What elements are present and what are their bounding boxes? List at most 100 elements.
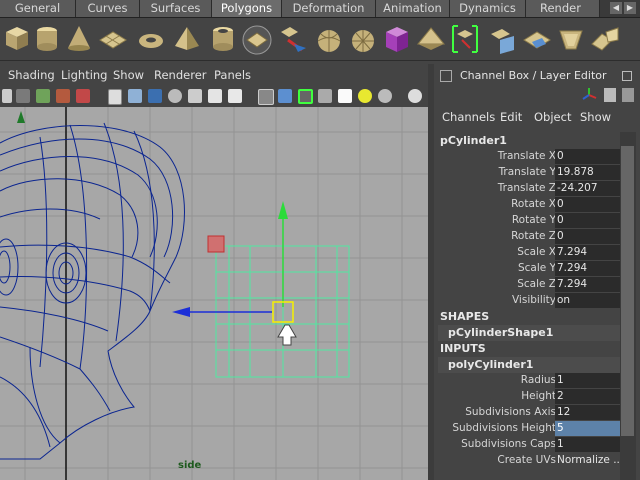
ambient-occlusion-icon[interactable] <box>408 89 422 103</box>
platonic-icon[interactable] <box>348 22 378 56</box>
tab-curves[interactable]: Curves <box>76 0 140 17</box>
tab-dynamics[interactable]: Dynamics <box>450 0 526 17</box>
tab-general[interactable]: General <box>0 0 76 17</box>
float-icon[interactable] <box>622 71 632 81</box>
dock-icon[interactable] <box>440 70 452 82</box>
channel-value[interactable]: 7.294 <box>555 277 623 292</box>
chevron-right-icon[interactable]: ▶ <box>624 2 636 14</box>
safe-action-icon[interactable] <box>208 89 222 103</box>
channel-value[interactable]: 0 <box>555 197 623 212</box>
shadow-icon[interactable] <box>378 89 392 103</box>
channel-value[interactable]: 1 <box>555 437 623 452</box>
plane-icon[interactable] <box>416 22 446 56</box>
channel-box-scrollbar[interactable] <box>620 132 636 480</box>
bookmark-icon[interactable] <box>36 89 50 103</box>
channel-row[interactable]: Rotate Y0 <box>438 213 624 229</box>
menu-edit[interactable]: Edit <box>500 110 522 124</box>
channel-value[interactable]: 7.294 <box>555 261 623 276</box>
camera-select-icon[interactable] <box>2 89 12 103</box>
tab-surfaces[interactable]: Surfaces <box>140 0 212 17</box>
pipe-icon[interactable] <box>208 22 238 56</box>
shape-name[interactable]: pCylinderShape1 <box>438 325 624 341</box>
tab-deformation[interactable]: Deformation <box>282 0 376 17</box>
menu-show[interactable]: Show <box>580 110 611 124</box>
bevel-icon[interactable] <box>556 22 586 56</box>
box-icon[interactable] <box>382 22 412 56</box>
object-name[interactable]: pCylinder1 <box>440 133 507 149</box>
channel-row[interactable]: Translate Z -24.207 <box>438 181 624 197</box>
cube-icon[interactable] <box>2 22 32 56</box>
camera-attributes-icon[interactable] <box>16 89 30 103</box>
channel-value[interactable]: 0 <box>555 213 623 228</box>
chevron-left-icon[interactable]: ◀ <box>610 2 622 14</box>
isolate-select-icon[interactable] <box>298 89 313 104</box>
tab-render[interactable]: Render <box>526 0 600 17</box>
channel-row[interactable]: Radius 1 <box>438 373 624 389</box>
channel-value[interactable]: 2 <box>555 389 623 404</box>
helix-icon[interactable] <box>242 22 272 56</box>
tab-polygons[interactable]: Polygons <box>212 0 282 17</box>
channel-value-selected[interactable]: 5 <box>555 421 623 436</box>
channel-value[interactable]: on <box>555 293 623 308</box>
channel-row[interactable]: Rotate Z0 <box>438 229 624 245</box>
film-gate-icon[interactable] <box>128 89 142 103</box>
channel-row[interactable]: Visibility on <box>438 293 624 309</box>
channel-layer-icon[interactable] <box>604 88 616 102</box>
channel-value[interactable]: -24.207 <box>555 181 623 196</box>
channel-row[interactable]: Rotate X0 <box>438 197 624 213</box>
checker-icon[interactable] <box>338 89 352 103</box>
scrollbar-thumb[interactable] <box>621 146 634 436</box>
grease-pencil-icon[interactable] <box>76 89 90 103</box>
light-icon[interactable] <box>358 89 372 103</box>
input-node-name[interactable]: polyCylinder1 <box>438 357 624 373</box>
safe-title-icon[interactable] <box>228 89 242 103</box>
channel-value[interactable]: 0 <box>555 149 623 164</box>
channel-row[interactable]: Subdivisions Height 5 <box>438 421 624 437</box>
extrude-icon[interactable] <box>522 22 552 56</box>
channel-row[interactable]: Scale X 7.294 <box>438 245 624 261</box>
tab-animation[interactable]: Animation <box>376 0 450 17</box>
menu-show[interactable]: Show <box>113 68 144 82</box>
soccer-ball-icon[interactable] <box>278 22 308 56</box>
channel-value[interactable]: Normalize ... <box>555 453 623 468</box>
cylinder-icon[interactable] <box>32 22 62 56</box>
channel-row[interactable]: Scale Y 7.294 <box>438 261 624 277</box>
field-chart-icon[interactable] <box>188 89 202 103</box>
uv-icon[interactable] <box>488 22 518 56</box>
viewport-side[interactable]: side <box>0 107 428 480</box>
layer-editor-icon[interactable] <box>622 88 634 102</box>
smooth-shade-icon[interactable] <box>278 89 292 103</box>
menu-shading[interactable]: Shading <box>8 68 55 82</box>
pyramid-icon[interactable] <box>172 22 202 56</box>
wireframe-icon[interactable] <box>258 89 274 105</box>
resolution-gate-icon[interactable] <box>148 89 162 103</box>
grid-icon[interactable] <box>108 89 122 105</box>
channel-row[interactable]: Translate X0 <box>438 149 624 165</box>
torus-icon[interactable] <box>136 22 166 56</box>
merge-icon[interactable] <box>590 22 620 56</box>
channel-value[interactable]: 0 <box>555 229 623 244</box>
menu-channels[interactable]: Channels <box>442 110 495 124</box>
channel-row[interactable]: Create UVs Normalize ... <box>438 453 624 469</box>
channel-value[interactable]: 19.878 <box>555 165 623 180</box>
channel-row[interactable]: Height 2 <box>438 389 624 405</box>
channel-value[interactable]: 7.294 <box>555 245 623 260</box>
channel-row[interactable]: Translate Y 19.878 <box>438 165 624 181</box>
menu-panels[interactable]: Panels <box>214 68 251 82</box>
channel-row[interactable]: Subdivisions Caps 1 <box>438 437 624 453</box>
channel-row[interactable]: Scale Z 7.294 <box>438 277 624 293</box>
selected-tool-icon[interactable] <box>450 22 480 56</box>
menu-renderer[interactable]: Renderer <box>154 68 207 82</box>
xray-icon[interactable] <box>318 89 332 103</box>
gate-mask-icon[interactable] <box>168 89 182 103</box>
axis-icon[interactable] <box>580 86 598 104</box>
channel-row[interactable]: Subdivisions Axis 12 <box>438 405 624 421</box>
image-plane-icon[interactable] <box>56 89 70 103</box>
cone-icon[interactable] <box>64 22 94 56</box>
plane-icon[interactable] <box>98 22 128 56</box>
channel-value[interactable]: 1 <box>555 373 623 388</box>
channel-value[interactable]: 12 <box>555 405 623 420</box>
menu-object[interactable]: Object <box>534 110 571 124</box>
menu-lighting[interactable]: Lighting <box>61 68 107 82</box>
sphere-icon[interactable] <box>314 22 344 56</box>
